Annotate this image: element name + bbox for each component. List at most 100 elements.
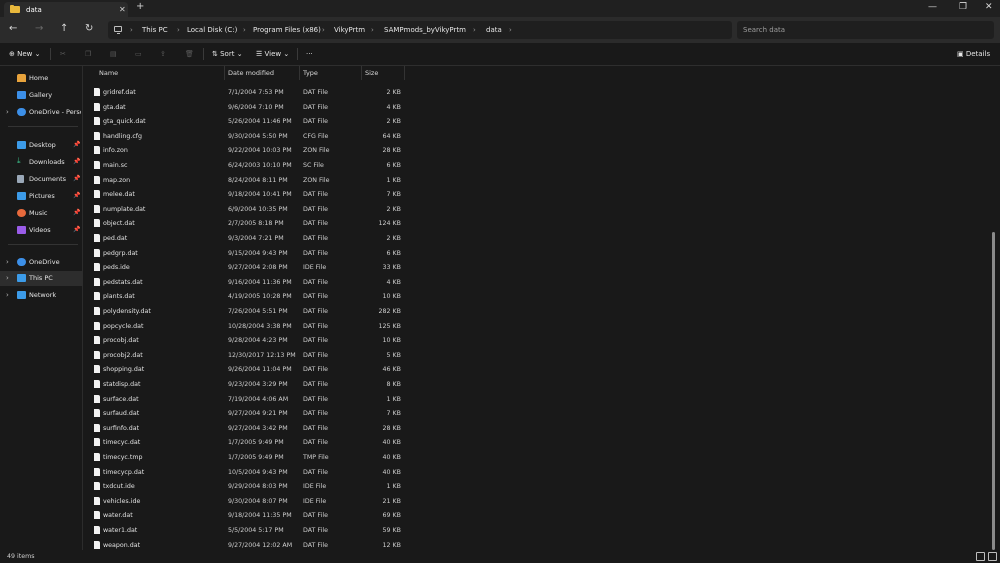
chevron-right-icon[interactable]: ›: [6, 108, 9, 116]
cut-icon[interactable]: ✂: [60, 50, 66, 58]
sort-button[interactable]: ⇅ Sort ⌄: [212, 50, 243, 58]
sidebar-item-downloads[interactable]: ⤓ Downloads 📌: [0, 155, 83, 170]
breadcrumb-this-pc[interactable]: This PC: [142, 26, 168, 34]
sidebar-item-home[interactable]: Home: [0, 71, 83, 86]
up-icon[interactable]: ↑: [60, 23, 68, 34]
sidebar-item-documents[interactable]: Documents 📌: [0, 172, 83, 187]
pin-icon[interactable]: 📌: [73, 226, 80, 233]
details-button[interactable]: ▣ Details: [957, 50, 990, 58]
table-row[interactable]: shopping.dat 9/26/2004 11:04 PM DAT File 46…: [92, 363, 404, 378]
table-row[interactable]: water1.dat 5/5/2004 5:17 PM DAT File 59 KB: [92, 524, 404, 539]
breadcrumb-chevron-icon[interactable]: ›: [243, 26, 246, 34]
minimize-icon[interactable]: —: [928, 2, 937, 12]
table-row[interactable]: pedgrp.dat 9/15/2004 9:43 PM DAT File 6 KB: [92, 247, 404, 262]
table-row[interactable]: gta_quick.dat 5/26/2004 11:46 PM DAT File 2…: [92, 115, 404, 130]
sidebar-item-this-pc[interactable]: › This PC: [0, 271, 83, 286]
table-row[interactable]: melee.dat 9/18/2004 10:41 PM DAT File 7 KB: [92, 188, 404, 203]
column-divider[interactable]: [404, 66, 405, 80]
pin-icon[interactable]: 📌: [73, 158, 80, 165]
table-row[interactable]: procobj2.dat 12/30/2017 12:13 PM DAT File 5…: [92, 349, 404, 364]
pin-icon[interactable]: 📌: [73, 209, 80, 216]
table-row[interactable]: gta.dat 9/6/2004 7:10 PM DAT File 4 KB: [92, 101, 404, 116]
sidebar-item-onedrive[interactable]: › OneDrive: [0, 255, 83, 270]
maximize-icon[interactable]: ❐: [959, 2, 967, 12]
address-bar[interactable]: › This PC › Local Disk (C:) › Program Fi…: [108, 21, 732, 39]
pin-icon[interactable]: 📌: [73, 141, 80, 148]
search-input[interactable]: Search data: [737, 21, 994, 39]
chevron-right-icon[interactable]: ›: [6, 291, 9, 299]
column-header-date[interactable]: Date modified: [228, 69, 274, 77]
breadcrumb-sampmods[interactable]: SAMPmods_byVikyPrtm: [384, 26, 466, 34]
sidebar-item-music[interactable]: Music 📌: [0, 206, 83, 221]
table-row[interactable]: weapon.dat 9/27/2004 12:02 AM DAT File 12 K…: [92, 539, 404, 550]
table-row[interactable]: map.zon 8/24/2004 8:11 PM ZON File 1 KB: [92, 174, 404, 189]
table-row[interactable]: surfinfo.dat 9/27/2004 3:42 PM DAT File 28 …: [92, 422, 404, 437]
tiles-view-icon[interactable]: [988, 552, 997, 561]
copy-icon[interactable]: ❐: [85, 50, 91, 58]
breadcrumb-data[interactable]: data: [486, 26, 502, 34]
sidebar-item-pictures[interactable]: Pictures 📌: [0, 189, 83, 204]
table-row[interactable]: water.dat 9/18/2004 11:35 PM DAT File 69 KB: [92, 509, 404, 524]
paste-icon[interactable]: ▤: [110, 50, 117, 58]
scrollbar-thumb[interactable]: [992, 232, 995, 550]
table-row[interactable]: timecycp.dat 10/5/2004 9:43 PM DAT File 40 …: [92, 466, 404, 481]
table-row[interactable]: txdcut.ide 9/29/2004 8:03 PM IDE File 1 KB: [92, 480, 404, 495]
table-row[interactable]: plants.dat 4/19/2005 10:28 PM DAT File 10 K…: [92, 290, 404, 305]
table-row[interactable]: vehicles.ide 9/30/2004 8:07 PM IDE File 21 …: [92, 495, 404, 510]
more-options-button[interactable]: ···: [306, 50, 313, 58]
table-row[interactable]: peds.ide 9/27/2004 2:08 PM IDE File 33 KB: [92, 261, 404, 276]
share-icon[interactable]: ⇪: [160, 50, 166, 58]
table-row[interactable]: ped.dat 9/3/2004 7:21 PM DAT File 2 KB: [92, 232, 404, 247]
column-divider[interactable]: [224, 66, 225, 80]
pin-icon[interactable]: 📌: [73, 192, 80, 199]
sidebar-item-network[interactable]: › Network: [0, 288, 83, 303]
table-row[interactable]: object.dat 2/7/2005 8:18 PM DAT File 124 KB: [92, 217, 404, 232]
table-row[interactable]: polydensity.dat 7/26/2004 5:51 PM DAT File…: [92, 305, 404, 320]
new-button[interactable]: ⊕ New ⌄: [9, 50, 41, 58]
column-divider[interactable]: [299, 66, 300, 80]
sidebar-item-desktop[interactable]: Desktop 📌: [0, 138, 83, 153]
breadcrumb-vikyprtm[interactable]: VikyPrtm: [334, 26, 365, 34]
pin-icon[interactable]: 📌: [73, 175, 80, 182]
delete-icon[interactable]: 🗑: [185, 50, 194, 58]
table-row[interactable]: surfaud.dat 9/27/2004 9:21 PM DAT File 7 KB: [92, 407, 404, 422]
table-row[interactable]: procobj.dat 9/28/2004 4:23 PM DAT File 10 K…: [92, 334, 404, 349]
table-row[interactable]: main.sc 6/24/2003 10:10 PM SC File 6 KB: [92, 159, 404, 174]
sidebar-item-videos[interactable]: Videos 📌: [0, 223, 83, 238]
table-row[interactable]: handling.cfg 9/30/2004 5:50 PM CFG File 64 …: [92, 130, 404, 145]
table-row[interactable]: info.zon 9/22/2004 10:03 PM ZON File 28 KB: [92, 144, 404, 159]
table-row[interactable]: pedstats.dat 9/16/2004 11:36 PM DAT File 4 …: [92, 276, 404, 291]
table-row[interactable]: popcycle.dat 10/28/2004 3:38 PM DAT File 12…: [92, 320, 404, 335]
column-header-type[interactable]: Type: [303, 69, 318, 77]
table-row[interactable]: numplate.dat 6/9/2004 10:35 PM DAT File 2 K…: [92, 203, 404, 218]
view-button[interactable]: ☰ View ⌄: [256, 50, 289, 58]
rename-icon[interactable]: ▭: [135, 50, 142, 58]
column-divider[interactable]: [361, 66, 362, 80]
chevron-right-icon[interactable]: ›: [6, 258, 9, 266]
details-view-icon[interactable]: [976, 552, 985, 561]
breadcrumb-chevron-icon[interactable]: ›: [322, 26, 325, 34]
chevron-right-icon[interactable]: ›: [6, 274, 9, 282]
breadcrumb-chevron-icon[interactable]: ›: [509, 26, 512, 34]
breadcrumb-chevron-icon[interactable]: ›: [130, 26, 133, 34]
breadcrumb-program-files[interactable]: Program Files (x86): [253, 26, 321, 34]
breadcrumb-chevron-icon[interactable]: ›: [473, 26, 476, 34]
breadcrumb-local-disk[interactable]: Local Disk (C:): [187, 26, 237, 34]
breadcrumb-chevron-icon[interactable]: ›: [371, 26, 374, 34]
table-row[interactable]: surface.dat 7/19/2004 4:06 AM DAT File 1 KB: [92, 393, 404, 408]
close-tab-icon[interactable]: ✕: [119, 5, 126, 14]
close-window-icon[interactable]: ✕: [985, 2, 993, 12]
table-row[interactable]: statdisp.dat 9/23/2004 3:29 PM DAT File 8 K…: [92, 378, 404, 393]
tab-data[interactable]: data ✕: [4, 2, 128, 17]
back-icon[interactable]: ←: [9, 23, 17, 34]
sidebar-item-gallery[interactable]: Gallery: [0, 88, 83, 103]
table-row[interactable]: gridref.dat 7/1/2004 7:53 PM DAT File 2 KB: [92, 86, 404, 101]
refresh-icon[interactable]: ↻: [85, 23, 93, 34]
column-header-size[interactable]: Size: [365, 69, 378, 77]
new-tab-icon[interactable]: +: [136, 1, 144, 12]
forward-icon[interactable]: →: [35, 23, 43, 34]
table-row[interactable]: timecyc.tmp 1/7/2005 9:49 PM TMP File 40 KB: [92, 451, 404, 466]
breadcrumb-chevron-icon[interactable]: ›: [177, 26, 180, 34]
column-header-name[interactable]: Name: [99, 69, 118, 77]
sidebar-item-onedrive-personal[interactable]: › OneDrive - Persona: [0, 105, 83, 120]
